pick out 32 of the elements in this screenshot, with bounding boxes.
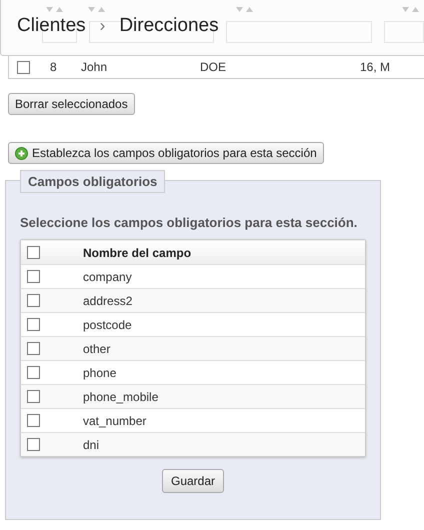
field-name: dni <box>83 438 100 452</box>
field-name: company <box>83 270 132 284</box>
breadcrumb-item[interactable]: Clientes <box>17 15 86 37</box>
field-checkbox[interactable] <box>27 366 40 379</box>
select-all-checkbox[interactable] <box>27 246 40 259</box>
breadcrumb-item[interactable]: Direcciones <box>119 15 219 37</box>
breadcrumb-separator: › <box>100 16 106 36</box>
table-cell-text: 8 <box>50 60 58 74</box>
delete-selected-button[interactable]: Borrar seleccionados <box>8 93 135 115</box>
plus-circle-icon <box>15 146 28 160</box>
field-name: postcode <box>83 318 132 332</box>
field-name: vat_number <box>83 414 146 428</box>
save-button[interactable]: Guardar <box>162 469 224 493</box>
instructions-text: Seleccione los campos obligatorios para esta sección. <box>20 215 358 230</box>
required-fields-button[interactable]: Establezca los campos obligatorios para esta sección <box>8 142 324 164</box>
field-checkbox[interactable] <box>27 294 40 307</box>
column-header: Nombre del campo <box>83 246 192 260</box>
fieldset-legend: Campos obligatorios <box>20 170 166 193</box>
table-cell-text: John <box>81 60 108 74</box>
table-cell-text: DOE <box>200 60 228 74</box>
row-checkbox[interactable] <box>17 60 30 74</box>
field-checkbox[interactable] <box>27 342 40 355</box>
field-name: address2 <box>83 294 132 308</box>
field-name: phone <box>83 366 116 380</box>
field-checkbox[interactable] <box>27 390 40 403</box>
table-cell-text: 16, M <box>360 60 392 74</box>
field-checkbox[interactable] <box>27 414 40 427</box>
field-name: other <box>83 342 110 356</box>
field-checkbox[interactable] <box>27 270 40 283</box>
field-checkbox[interactable] <box>27 438 40 451</box>
field-checkbox[interactable] <box>27 318 40 331</box>
field-name: phone_mobile <box>83 390 158 404</box>
